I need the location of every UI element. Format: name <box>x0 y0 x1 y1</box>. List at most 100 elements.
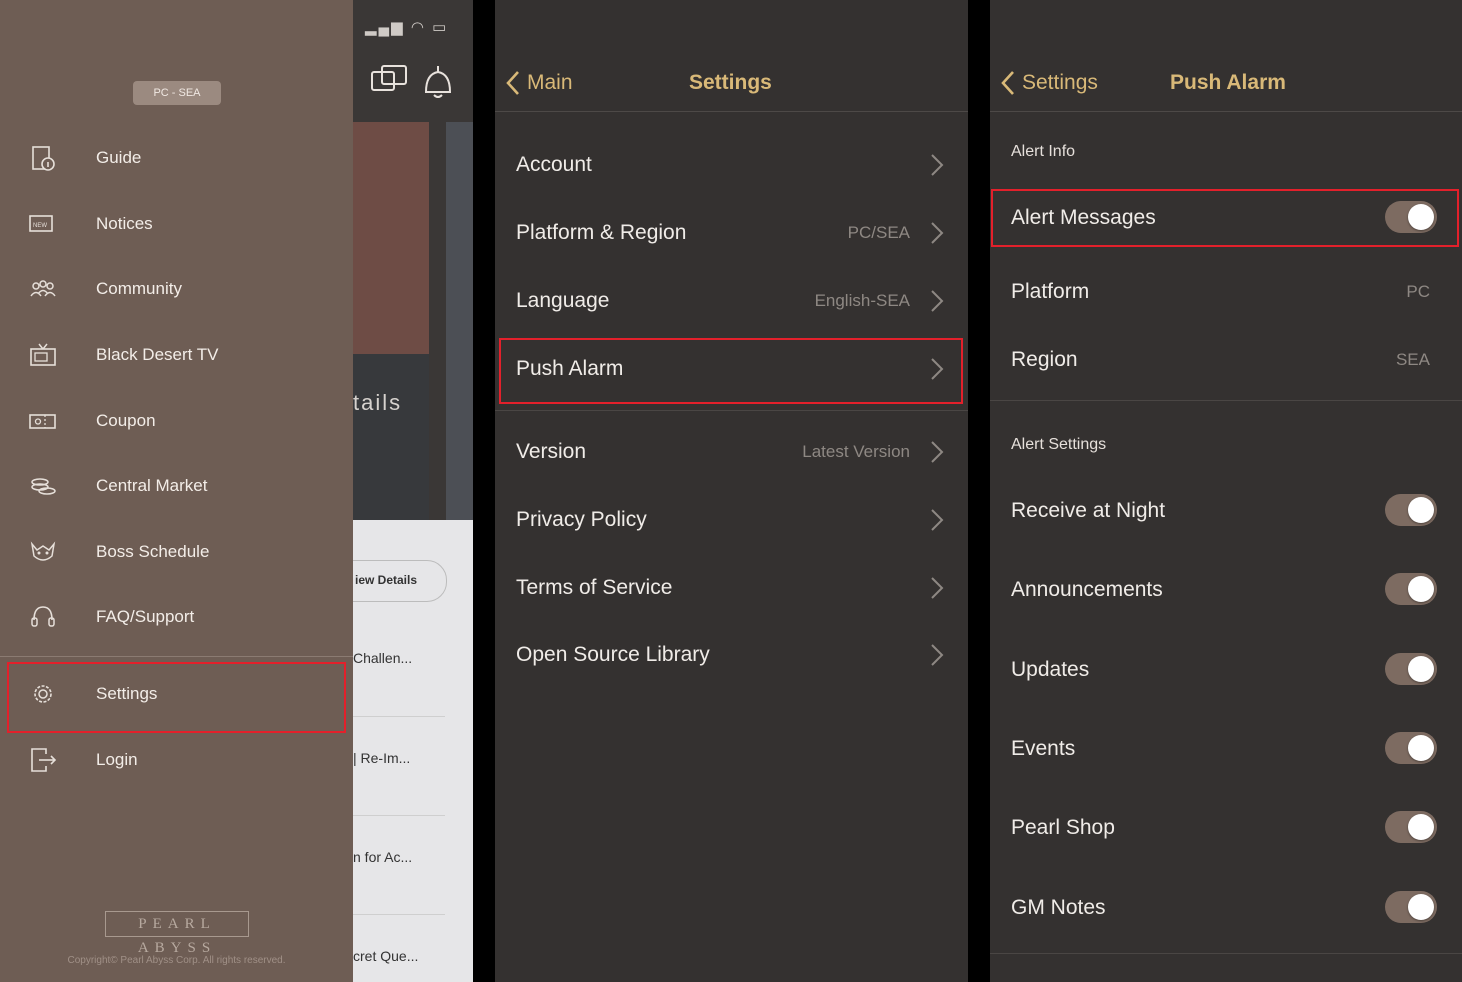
list-item[interactable]: cret Que... <box>353 948 418 964</box>
bg-header-icons[interactable] <box>370 62 460 102</box>
row-value: PC <box>1406 282 1430 301</box>
row-label: Updates <box>1011 658 1090 681</box>
bg-partial-text: tails <box>353 390 403 415</box>
chevron-right-icon <box>931 154 944 176</box>
toggle-row-announcements: Announcements <box>990 556 1462 624</box>
page-title: Settings <box>689 71 772 94</box>
guide-icon <box>32 146 55 171</box>
events-toggle[interactable] <box>1385 732 1437 764</box>
svg-text:NEW: NEW <box>33 223 47 229</box>
row-label: Region <box>1011 348 1078 371</box>
push-alarm-highlight <box>499 338 963 404</box>
back-label: Settings <box>1022 71 1098 94</box>
list-item[interactable]: | Re-Im... <box>353 750 410 766</box>
notices-icon: NEW <box>29 215 53 232</box>
announcements-toggle[interactable] <box>1385 573 1437 605</box>
settings-row-terms-of-service[interactable]: Terms of Service <box>495 554 968 622</box>
community-icon <box>30 280 56 297</box>
menu-item-login[interactable]: Login <box>0 728 353 792</box>
bg-banner-image-2 <box>446 122 473 520</box>
menu-item-community[interactable]: Community <box>0 257 353 321</box>
tv-icon <box>30 343 56 366</box>
alert-messages-highlight <box>991 189 1459 247</box>
menu-item-label: Guide <box>96 148 142 167</box>
toggle-row-updates: Updates <box>990 636 1462 704</box>
copyright-text: Copyright© Pearl Abyss Corp. All rights … <box>67 955 286 966</box>
section-header-alert-settings: Alert Settings <box>1011 436 1107 453</box>
back-button[interactable]: Main <box>505 55 573 111</box>
menu-item-label: Login <box>96 750 138 769</box>
menu-item-black-desert-tv[interactable]: Black Desert TV <box>0 323 353 387</box>
page-title: Push Alarm <box>1170 71 1286 94</box>
row-value: PC/SEA <box>847 223 910 242</box>
nav-bar: Main Settings <box>495 55 968 112</box>
row-label: Open Source Library <box>516 643 710 666</box>
chevron-left-icon <box>506 71 519 95</box>
receive-at-night-toggle[interactable] <box>1385 494 1437 526</box>
updates-toggle[interactable] <box>1385 653 1437 685</box>
chevron-right-icon <box>931 222 944 244</box>
info-row-region: Region SEA <box>990 326 1462 394</box>
settings-row-version[interactable]: Version Latest Version <box>495 418 968 486</box>
side-drawer: PC - SEA Guide NEW Notices Community Bla… <box>0 0 353 982</box>
toggle-knob <box>1408 656 1434 682</box>
settings-row-platform-region[interactable]: Platform & Region PC/SEA <box>495 199 968 267</box>
row-label: Announcements <box>1011 578 1163 601</box>
row-label: Platform & Region <box>516 221 687 244</box>
row-value: Latest Version <box>802 442 910 461</box>
chat-icon[interactable] <box>371 65 407 91</box>
menu-item-coupon[interactable]: Coupon <box>0 389 353 453</box>
chevron-right-icon <box>931 577 944 599</box>
toggle-knob <box>1408 735 1434 761</box>
settings-row-open-source-library[interactable]: Open Source Library <box>495 621 968 689</box>
menu-item-faq-support[interactable]: FAQ/Support <box>0 585 353 649</box>
bg-banner-image <box>353 122 429 354</box>
section-divider <box>990 953 1462 954</box>
menu-item-boss-schedule[interactable]: Boss Schedule <box>0 520 353 584</box>
settings-row-account[interactable]: Account <box>495 131 968 199</box>
list-divider <box>353 815 445 816</box>
menu-item-notices[interactable]: NEW Notices <box>0 192 353 256</box>
section-header-alert-info: Alert Info <box>1011 143 1076 160</box>
row-value: SEA <box>1395 350 1430 369</box>
row-label: Privacy Policy <box>516 508 647 531</box>
push-alarm-screen: Settings Push Alarm Alert Info Alert Mes… <box>990 0 1462 982</box>
row-label: GM Notes <box>1011 896 1106 919</box>
menu-item-label: FAQ/Support <box>96 607 195 626</box>
chevron-left-icon <box>1001 71 1014 95</box>
gm-notes-toggle[interactable] <box>1385 891 1437 923</box>
menu-item-guide[interactable]: Guide <box>0 126 353 190</box>
login-icon <box>31 748 57 772</box>
settings-highlight <box>7 662 346 733</box>
bell-icon[interactable] <box>424 66 452 98</box>
row-label: Pearl Shop <box>1011 816 1115 839</box>
row-label: Account <box>516 153 592 176</box>
menu-item-label: Coupon <box>96 411 156 430</box>
bg-view-details-label: iew Details <box>355 573 418 587</box>
back-button[interactable]: Settings <box>1000 55 1098 111</box>
menu-item-central-market[interactable]: Central Market <box>0 454 353 518</box>
list-divider <box>353 716 445 717</box>
list-divider <box>353 914 445 915</box>
menu-item-label: Black Desert TV <box>96 345 219 364</box>
region-badge[interactable]: PC - SEA <box>133 81 221 105</box>
boss-icon <box>30 541 56 561</box>
settings-row-privacy-policy[interactable]: Privacy Policy <box>495 486 968 554</box>
row-label: Events <box>1011 737 1076 760</box>
menu-item-label: Boss Schedule <box>96 542 210 561</box>
menu-item-label: Community <box>96 279 182 298</box>
settings-row-language[interactable]: Language English-SEA <box>495 267 968 335</box>
chevron-right-icon <box>931 644 944 666</box>
list-item[interactable]: n for Ac... <box>353 849 412 865</box>
pearl-shop-toggle[interactable] <box>1385 811 1437 843</box>
row-label: Platform <box>1011 280 1090 303</box>
toggle-row-receive-at-night: Receive at Night <box>990 477 1462 545</box>
list-item[interactable]: Challen... <box>353 650 412 666</box>
row-label: Receive at Night <box>1011 499 1166 522</box>
headset-icon <box>31 606 55 627</box>
bg-banner-lower <box>353 354 429 520</box>
settings-screen: Main Settings Account Platform & Region … <box>495 0 968 982</box>
toggle-row-pearl-shop: Pearl Shop <box>990 794 1462 862</box>
row-label: Language <box>516 289 610 312</box>
status-bar-icons: ▂▄▆ ◠ ▭ <box>365 19 449 36</box>
